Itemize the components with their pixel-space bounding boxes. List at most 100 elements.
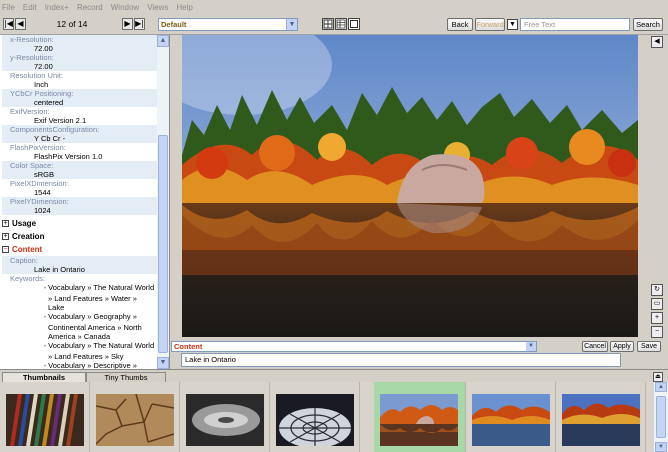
search-button[interactable]: Search [633,18,663,31]
menu-help[interactable]: Help [176,3,192,12]
menu-views[interactable]: Views [147,3,168,12]
view-select[interactable]: Default ▼ [158,18,298,31]
content-section-title: Content [12,245,43,254]
menu-window[interactable]: Window [111,3,139,12]
thumbnail[interactable] [466,382,556,452]
thumbnail-selected[interactable] [374,382,466,452]
keyword-item[interactable]: Vocabulary » Descriptive » Time of Day »… [0,361,169,369]
property-row[interactable]: PixelYDimension: 1024 [2,197,158,215]
property-value: 1544 [34,188,51,197]
save-button[interactable]: Save [637,341,661,352]
search-input[interactable]: Free Text [520,18,630,31]
property-label: FlashPixVersion: [10,143,66,152]
thumbnail-lake-image [472,394,550,446]
property-row[interactable]: ExifVersion: Exif Version 2.1 [2,107,158,125]
menu-record[interactable]: Record [77,3,103,12]
last-record-icon[interactable]: ▶| [134,18,145,30]
first-record-icon[interactable]: |◀ [3,18,14,30]
metadata-panel: x-Resolution: 72.00 y-Resolution: 72.00 Reso… [0,35,170,369]
panel-toggle-icon[interactable]: ◀ [651,36,663,48]
property-label: PixelXDimension: [10,179,69,188]
property-row[interactable]: Color Space: sRGB [2,161,158,179]
toolbar: |◀ ◀ 12 of 14 ▶ ▶| Default ▼ Back Forwar… [0,15,668,35]
fit-window-icon[interactable]: ▭ [651,298,663,310]
property-label: Color Space: [10,161,54,170]
property-value: sRGB [34,170,55,179]
view-select-value: Default [161,20,187,29]
scroll-up-icon[interactable]: ▲ [655,382,667,392]
thumbnail[interactable] [0,382,90,452]
table-view-icon[interactable] [335,18,347,30]
thumbnail[interactable] [270,382,360,452]
eject-icon[interactable]: ⏏ [653,372,663,382]
back-button[interactable]: Back [447,18,473,31]
property-row[interactable]: PixelXDimension: 1544 [2,179,158,197]
grid-view-icon[interactable] [322,18,334,30]
caption-label: Caption: [10,256,38,265]
menu-file[interactable]: File [2,3,15,12]
property-label: YCbCr Positioning: [10,89,74,98]
thumbnail-strip: ▲ ▼ [0,382,668,452]
thumbnail[interactable] [180,382,270,452]
menu-edit[interactable]: Edit [23,3,37,12]
thumbnail[interactable] [90,382,180,452]
property-label: ComponentsConfiguration: [10,125,100,134]
thumbnail-cracked-earth-image [96,394,174,446]
scroll-down-icon[interactable]: ▼ [655,442,667,452]
thumbnail[interactable] [556,382,646,452]
scroll-thumb[interactable] [158,135,168,353]
single-view-icon[interactable] [348,18,360,30]
field-editor: Content ▼ Cancel Apply Save Lake in Onta… [171,340,668,369]
zoom-out-icon[interactable]: − [651,326,663,338]
field-select[interactable]: Content ▼ [171,341,537,352]
creation-section[interactable]: + Creation [2,230,169,243]
record-counter: 12 of 14 [56,19,88,29]
scroll-up-icon[interactable]: ▲ [157,35,169,47]
previous-record-icon[interactable]: ◀ [15,18,26,30]
menu-index[interactable]: Index+ [45,3,69,12]
keywords-label: Keywords: [10,274,46,283]
image-viewer [171,35,668,340]
lake-photo[interactable] [182,35,638,337]
zoom-in-icon[interactable]: + [651,312,663,324]
property-row[interactable]: x-Resolution: 72.00 [2,35,158,53]
keywords-property[interactable]: Keywords: [2,274,158,283]
forward-button[interactable]: Forward [475,18,505,31]
property-value: FlashPix Version 1.0 [34,152,103,161]
next-record-icon[interactable]: ▶ [122,18,133,30]
rotate-icon[interactable]: ↻ [651,284,663,296]
scroll-thumb[interactable] [656,396,666,438]
field-value-input[interactable]: Lake in Ontario [181,353,621,367]
property-row[interactable]: YCbCr Positioning: centered [2,89,158,107]
property-label: x-Resolution: [10,35,54,44]
caption-value: Lake in Ontario [34,265,85,274]
property-label: PixelYDimension: [10,197,69,206]
history-dropdown-icon[interactable]: ▼ [507,19,518,30]
thumbnail-dome-image [276,394,354,446]
property-value: 72.00 [34,62,53,71]
thumbnail-scrollbar[interactable]: ▲ ▼ [654,382,668,452]
chevron-down-icon: ▼ [286,19,297,30]
content-section[interactable]: − Content [2,243,169,256]
expand-icon[interactable]: + [2,233,9,240]
property-row[interactable]: y-Resolution: 72.00 [2,53,158,71]
collapse-icon[interactable]: − [2,246,9,253]
metadata-scrollbar[interactable]: ▲ ▼ [157,35,169,369]
cancel-button[interactable]: Cancel [582,341,608,352]
apply-button[interactable]: Apply [610,341,634,352]
property-value: Exif Version 2.1 [34,116,87,125]
property-label: y-Resolution: [10,53,54,62]
property-label: Resolution Unit: [10,71,63,80]
keyword-item[interactable]: Vocabulary » The Natural World » Land Fe… [0,283,169,312]
keyword-item[interactable]: Vocabulary » The Natural World » Land Fe… [0,341,169,361]
expand-icon[interactable]: + [2,220,9,227]
property-row[interactable]: ComponentsConfiguration: Y Cb Cr - [2,125,158,143]
caption-property[interactable]: Caption: Lake in Ontario [2,256,158,274]
scroll-down-icon[interactable]: ▼ [157,357,169,369]
properties-list: x-Resolution: 72.00 y-Resolution: 72.00 Reso… [0,35,169,215]
property-row[interactable]: FlashPixVersion: FlashPix Version 1.0 [2,143,158,161]
usage-section[interactable]: + Usage [2,217,169,230]
property-row[interactable]: Resolution Unit: Inch [2,71,158,89]
property-value: Y Cb Cr - [34,134,66,143]
keyword-item[interactable]: Vocabulary » Geography » Continental Ame… [0,312,169,341]
